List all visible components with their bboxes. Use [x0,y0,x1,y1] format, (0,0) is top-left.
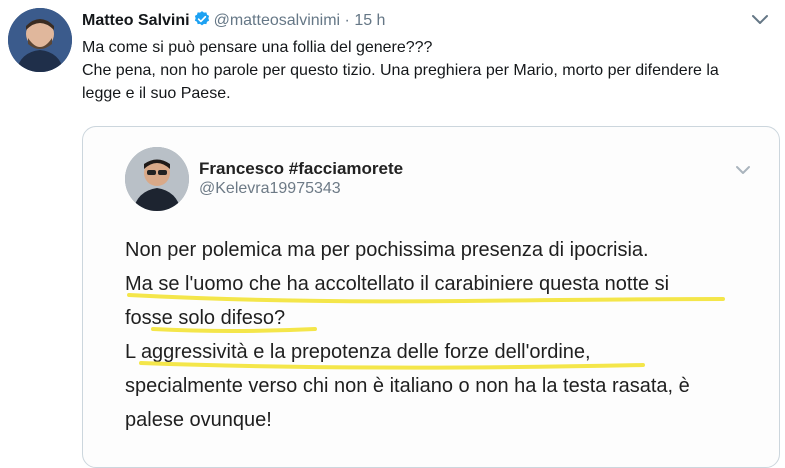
tweet-text: Ma come si può pensare una follia del ge… [82,36,742,105]
chevron-down-icon[interactable] [751,14,769,26]
embedded-image[interactable]: Francesco #facciamorete @Kelevra19975343… [82,126,780,468]
avatar[interactable] [8,8,72,72]
tweet-text-line: Ma come si può pensare una follia del ge… [82,39,433,56]
avatar-image [8,8,72,72]
highlight-underlines [127,293,725,370]
timestamp[interactable]: 15 h [354,12,385,29]
tweet-header: Matteo Salvini @matteosalvinimi · 15 h [82,10,385,34]
highlight-underline [151,327,317,333]
tweet-text-line: Che pena, non ho parole per questo tizio… [82,62,719,102]
author-name[interactable]: Matteo Salvini [82,12,190,29]
verified-badge-icon [193,10,211,34]
author-handle[interactable]: @matteosalvinimi [214,12,341,29]
highlight-underline [139,361,645,370]
highlight-underline [127,293,725,304]
separator: · [344,12,350,29]
